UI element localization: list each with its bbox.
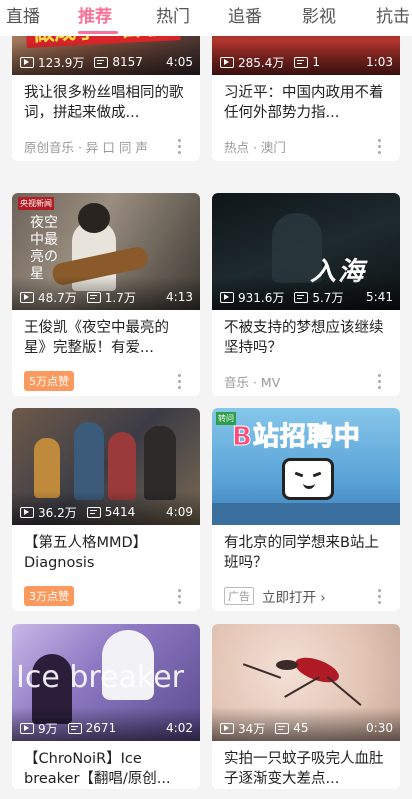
play-count-icon	[20, 291, 34, 303]
danmaku-count: 5414	[104, 505, 136, 519]
cover-caption: Ice breaker	[16, 660, 184, 695]
tab-movies[interactable]: 影视	[302, 2, 336, 27]
channel-tag: 央视新闻	[18, 197, 54, 210]
video-thumbnail[interactable]: 34万 45 0:30	[212, 624, 400, 741]
play-count-icon	[220, 722, 234, 734]
likes-badge: 5万点赞	[24, 371, 74, 391]
tab-popular[interactable]: 热门	[156, 2, 190, 27]
danmaku-icon	[294, 291, 309, 303]
more-options-icon[interactable]	[372, 587, 388, 605]
tab-live[interactable]: 直播	[6, 2, 40, 27]
more-options-icon[interactable]	[172, 372, 188, 390]
video-duration: 4:05	[166, 55, 193, 69]
more-options-icon[interactable]	[172, 137, 188, 155]
video-category[interactable]: 原创音乐 · 异 口 同 声	[24, 137, 148, 156]
open-now-link[interactable]: 立即打开 ›	[262, 586, 326, 606]
danmaku-icon	[294, 56, 309, 68]
ad-thumbnail[interactable]: 转问 B站招聘中	[212, 408, 400, 525]
video-card[interactable]: 做成了一首歌! 123.9万 8157 4:05 我让很多粉丝唱相同的歌词，拼起…	[12, 36, 200, 161]
danmaku-icon	[67, 722, 82, 734]
play-count: 48.7万	[38, 290, 77, 305]
danmaku-count: 2671	[85, 721, 117, 735]
play-count: 36.2万	[38, 505, 77, 520]
play-count: 34万	[238, 721, 266, 736]
video-title[interactable]: 不被支持的梦想应该继续坚持吗？	[224, 318, 388, 358]
tv-mascot-icon	[282, 458, 334, 500]
video-card[interactable]: 入海 931.6万 5.7万 5:41 不被支持的梦想应该继续坚持吗？ 音乐 ·…	[212, 193, 400, 396]
video-duration: 4:09	[166, 505, 193, 519]
danmaku-count: 1	[312, 55, 320, 69]
video-feed[interactable]: 做成了一首歌! 123.9万 8157 4:05 我让很多粉丝唱相同的歌词，拼起…	[0, 36, 412, 799]
play-count-icon	[20, 722, 34, 734]
play-count: 285.4万	[238, 55, 285, 70]
video-title[interactable]: 【第五人格MMD】Diagnosis	[24, 533, 188, 573]
more-options-icon[interactable]	[372, 137, 388, 155]
video-card[interactable]: 央视新闻 夜空中最亮の星 48.7万 1.7万 4:13 王俊凯《夜空中最亮的星…	[12, 193, 200, 396]
cover-caption: B站招聘中	[232, 422, 361, 453]
danmaku-count: 5.7万	[312, 290, 344, 305]
more-options-icon[interactable]	[372, 372, 388, 390]
tab-anime[interactable]: 追番	[228, 2, 262, 27]
play-count: 9万	[38, 721, 58, 736]
cover-caption: 夜空中最亮の星	[30, 215, 58, 282]
video-thumbnail[interactable]: 36.2万 5414 4:09	[12, 408, 200, 525]
video-title[interactable]: 【ChroNoiR】Ice breaker【翻唱/原创...	[24, 749, 188, 789]
video-title[interactable]: 王俊凯《夜空中最亮的星》完整版！有爱...	[24, 318, 188, 358]
danmaku-count: 1.7万	[104, 290, 136, 305]
danmaku-icon	[86, 291, 101, 303]
video-title[interactable]: 实拍一只蚊子吸完人血肚子逐渐变大差点...	[224, 749, 388, 789]
play-count-icon	[220, 291, 234, 303]
ad-label: 广告	[224, 587, 254, 605]
play-count: 123.9万	[38, 55, 85, 70]
active-tab-indicator	[78, 31, 118, 34]
ad-card[interactable]: 转问 B站招聘中 有北京的同学想来B站上班吗？ 广告 立即打开 ›	[212, 408, 400, 611]
danmaku-count: 45	[293, 721, 309, 735]
video-thumbnail[interactable]: 285.4万 1 1:03	[212, 36, 400, 75]
video-card[interactable]: Ice breaker 9万 2671 4:02 【ChroNoiR】Ice b…	[12, 624, 200, 789]
video-duration: 4:02	[166, 721, 193, 735]
video-card[interactable]: 36.2万 5414 4:09 【第五人格MMD】Diagnosis 3万点赞	[12, 408, 200, 611]
video-title[interactable]: 习近平：中国内政用不着任何外部势力指...	[224, 83, 388, 123]
video-thumbnail[interactable]: 做成了一首歌! 123.9万 8157 4:05	[12, 36, 200, 75]
video-category[interactable]: 热点 · 澳门	[224, 137, 286, 156]
video-duration: 0:30	[366, 721, 393, 735]
video-thumbnail[interactable]: 入海 931.6万 5.7万 5:41	[212, 193, 400, 310]
danmaku-count: 8157	[112, 55, 143, 69]
category-tab-bar: 直播 推荐 热门 追番 影视 抗击	[0, 0, 412, 36]
danmaku-icon	[86, 506, 101, 518]
tab-recommend[interactable]: 推荐	[78, 2, 112, 27]
video-card[interactable]: 34万 45 0:30 实拍一只蚊子吸完人血肚子逐渐变大差点...	[212, 624, 400, 789]
video-card[interactable]: 285.4万 1 1:03 习近平：中国内政用不着任何外部势力指... 热点 ·…	[212, 36, 400, 161]
video-title[interactable]: 我让很多粉丝唱相同的歌词，拼起来做成...	[24, 83, 188, 123]
danmaku-icon	[275, 722, 290, 734]
play-count-icon	[220, 56, 234, 68]
play-count: 931.6万	[238, 290, 285, 305]
likes-badge: 3万点赞	[24, 586, 74, 606]
play-count-icon	[20, 506, 34, 518]
video-category[interactable]: 音乐 · MV	[224, 372, 280, 391]
ad-title[interactable]: 有北京的同学想来B站上班吗？	[224, 533, 388, 573]
video-duration: 1:03	[366, 55, 393, 69]
video-thumbnail[interactable]: Ice breaker 9万 2671 4:02	[12, 624, 200, 741]
video-thumbnail[interactable]: 央视新闻 夜空中最亮の星 48.7万 1.7万 4:13	[12, 193, 200, 310]
video-duration: 4:13	[166, 290, 193, 304]
danmaku-icon	[94, 56, 109, 68]
more-options-icon[interactable]	[172, 587, 188, 605]
video-duration: 5:41	[366, 290, 393, 304]
tab-fight[interactable]: 抗击	[376, 2, 410, 27]
play-count-icon	[20, 56, 34, 68]
